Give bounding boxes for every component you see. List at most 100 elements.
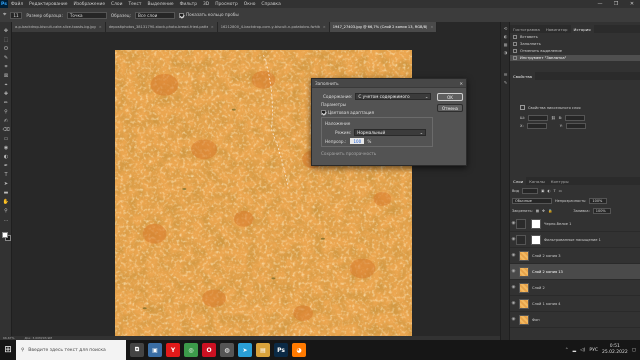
notifications-icon[interactable]: ▢ — [632, 348, 636, 353]
blend-mode-select[interactable]: Обычные — [512, 198, 552, 204]
opera-icon[interactable]: O — [202, 343, 216, 357]
foreground-color-swatch[interactable] — [2, 232, 8, 238]
maximize-button[interactable]: ❐ — [608, 0, 624, 8]
shape-icon[interactable]: ▬ — [2, 190, 10, 197]
color-icon[interactable]: ◐ — [502, 34, 509, 40]
close-tab-icon[interactable]: × — [99, 25, 102, 29]
brush-icon[interactable]: ✏ — [2, 100, 10, 107]
panel-tab[interactable]: Гистограмма — [510, 25, 543, 33]
chrome-icon[interactable]: ◎ — [184, 343, 198, 357]
menu-item-8[interactable]: Просмотр — [212, 2, 241, 7]
layer-name[interactable]: Слой 2 — [532, 286, 545, 290]
filter-adjust-icon[interactable]: ◐ — [547, 189, 550, 193]
close-tab-icon[interactable]: × — [430, 25, 433, 29]
gradient-icon[interactable]: ▭ — [2, 136, 10, 143]
sample-select[interactable]: Все слои — [135, 11, 176, 19]
fill-field[interactable]: 100% — [592, 208, 611, 214]
opacity-input[interactable]: 100 — [350, 138, 365, 144]
lasso-icon[interactable]: ʘ — [2, 46, 10, 53]
filter-type-icon[interactable]: T — [553, 189, 555, 193]
quick-select-icon[interactable]: ✎ — [2, 55, 10, 62]
yandex-icon[interactable]: Y — [166, 343, 180, 357]
lock-pixels-icon[interactable]: ▦ — [536, 209, 539, 213]
eye-icon[interactable]: ◉ — [510, 301, 517, 306]
mode-select[interactable]: Нормальный ⌄ — [354, 129, 427, 136]
layer-row[interactable]: ◉ Слой 1 копия 4 — [510, 296, 640, 312]
kind-filter-select[interactable] — [522, 188, 539, 194]
telegram-icon[interactable]: ➤ — [238, 343, 252, 357]
history-brush-icon[interactable]: ✍ — [2, 118, 10, 125]
history-item[interactable]: Инструмент "Заплатка" — [510, 55, 640, 61]
menu-item-6[interactable]: Фильтр — [177, 2, 200, 7]
move-icon[interactable]: ✥ — [2, 28, 10, 35]
minimize-button[interactable]: — — [592, 0, 608, 8]
zoom-icon[interactable]: ⚲ — [2, 208, 10, 215]
eraser-icon[interactable]: ⌫ — [2, 127, 10, 134]
layer-name[interactable]: Фильтрованные насыщение 1 — [544, 238, 601, 242]
layer-name[interactable]: Слой 2 копия 3 — [532, 254, 561, 258]
menu-item-3[interactable]: Слои — [108, 2, 125, 7]
healing-icon[interactable]: ✚ — [2, 91, 10, 98]
lock-position-icon[interactable]: ✥ — [542, 209, 545, 213]
sample-size-select[interactable]: Точка — [66, 11, 107, 19]
height-field[interactable] — [565, 115, 586, 121]
layer-row[interactable]: ◉ Слой 2 копия 13 — [510, 264, 640, 280]
layer-row[interactable]: ◉ Слой 2 копия 3 — [510, 248, 640, 264]
browser-icon[interactable]: ◕ — [292, 343, 306, 357]
task-view-icon[interactable]: ⧉ — [130, 343, 144, 357]
layer-row[interactable]: ◉ Черно-белое 1 — [510, 216, 640, 232]
width-field[interactable] — [528, 115, 549, 121]
photoshop-icon[interactable]: Ps — [274, 343, 288, 357]
taskbar-search[interactable]: ⚲ Введите здесь текст для поиска — [16, 340, 126, 360]
start-button[interactable]: ⊞ — [0, 340, 16, 360]
layer-name[interactable]: Слой 2 копия 13 — [532, 270, 563, 274]
media-icon[interactable]: ◍ — [220, 343, 234, 357]
link-icon[interactable]: ⛓ — [551, 116, 556, 120]
swatches-icon[interactable]: ▦ — [502, 42, 509, 48]
menu-item-1[interactable]: Редактирование — [26, 2, 70, 7]
tool-preset-picker[interactable]: 11 — [10, 11, 23, 19]
doc-tab-2[interactable]: 16212800_4-backdrop-corn-y-biscuit-n-pot… — [217, 22, 330, 32]
close-button[interactable]: ✕ — [624, 0, 640, 8]
menu-item-9[interactable]: Окно — [241, 2, 259, 7]
tray-arrow-icon[interactable]: ⌃ — [565, 348, 569, 353]
ok-button[interactable]: OK — [437, 93, 463, 101]
dodge-icon[interactable]: ◐ — [2, 154, 10, 161]
blur-icon[interactable]: ◉ — [2, 145, 10, 152]
cancel-button[interactable]: Отмена — [437, 104, 463, 112]
stamp-icon[interactable]: ⚲ — [2, 109, 10, 116]
panel-tab[interactable]: Слои — [510, 177, 527, 185]
hand-icon[interactable]: ✋ — [2, 199, 10, 206]
panel-tab[interactable]: Свойства — [510, 72, 536, 80]
eye-icon[interactable]: ◉ — [510, 317, 517, 322]
menu-item-2[interactable]: Изображение — [70, 2, 108, 7]
lock-all-icon[interactable]: 🔒 — [548, 209, 552, 213]
content-select[interactable]: С учетом содержимого ⌄ — [355, 93, 432, 100]
frame-icon[interactable]: ⊠ — [2, 73, 10, 80]
layer-row[interactable]: ◉ Фильтрованные насыщение 1 — [510, 232, 640, 248]
dialog-close-icon[interactable]: ✕ — [459, 81, 463, 86]
files-icon[interactable]: ▣ — [148, 343, 162, 357]
history-icon[interactable]: ⟲ — [502, 26, 509, 32]
marquee-icon[interactable]: ⬚ — [2, 37, 10, 44]
layer-name[interactable]: Черно-белое 1 — [544, 222, 571, 226]
close-tab-icon[interactable]: × — [323, 25, 326, 29]
eyedropper-tool-icon[interactable]: ⌖ — [3, 11, 6, 19]
panel-tab[interactable]: Контуры — [548, 177, 572, 185]
folder-icon[interactable]: ▤ — [256, 343, 270, 357]
filter-pixel-icon[interactable]: ▣ — [541, 189, 544, 193]
menu-item-10[interactable]: Справка — [258, 2, 283, 7]
properties-icon[interactable]: ☰ — [502, 72, 509, 78]
history-item[interactable]: Отменить выделение — [510, 48, 640, 54]
more-icon[interactable]: … — [2, 217, 10, 224]
show-ring-checkbox[interactable]: Показать кольцо пробы — [179, 12, 239, 18]
menu-item-7[interactable]: 3D — [200, 2, 212, 7]
menu-item-5[interactable]: Выделение — [144, 2, 176, 7]
path-select-icon[interactable]: ➤ — [2, 181, 10, 188]
close-tab-icon[interactable]: × — [211, 25, 214, 29]
history-item[interactable]: Вставить — [510, 34, 640, 40]
eye-icon[interactable]: ◉ — [510, 285, 517, 290]
history-item[interactable]: Заполнить — [510, 41, 640, 47]
eye-icon[interactable]: ◉ — [510, 253, 517, 258]
filter-shape-icon[interactable]: ▭ — [559, 189, 562, 193]
